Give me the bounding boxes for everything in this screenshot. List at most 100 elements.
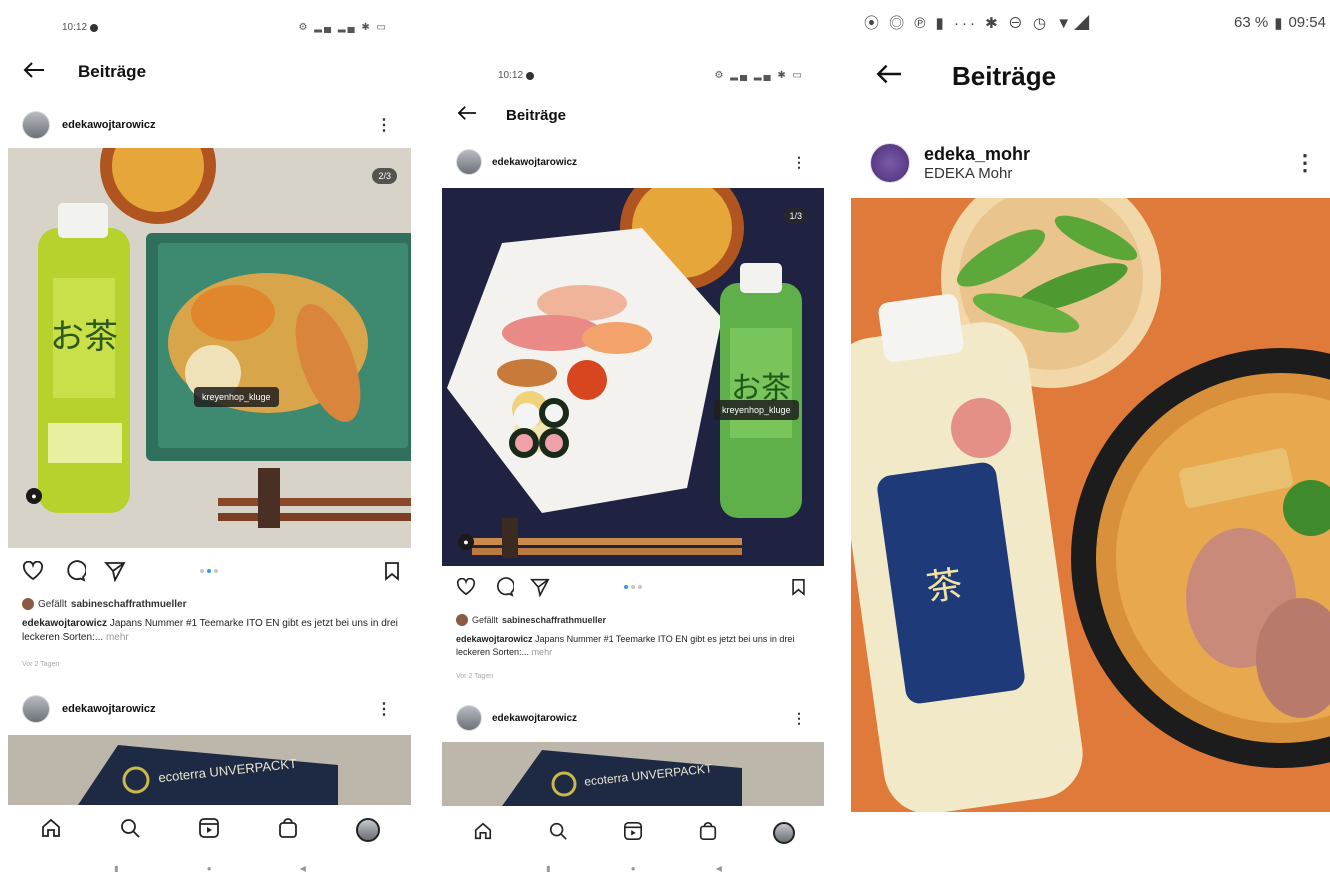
status-bar: ⦿ ◎ ℗ ▮ ··· ✱ ⊖ ◷ ▼◢ 63 % ▮ 09:54	[846, 12, 1330, 33]
post-username[interactable]: edekawojtarowicz	[492, 157, 577, 168]
product-tag[interactable]: kreyenhop_kluge	[194, 387, 279, 407]
back-arrow-icon[interactable]	[874, 62, 904, 91]
post-username[interactable]: edeka_mohr	[924, 144, 1030, 165]
likes-prefix: Gefällt	[472, 615, 499, 625]
bottom-nav	[436, 816, 832, 850]
battery-icon: ▮	[1274, 14, 1283, 32]
status-time: 10:12	[498, 70, 535, 81]
back-nav-icon[interactable]: ◀	[716, 864, 722, 873]
caption-username[interactable]: edekawojtarowicz	[456, 634, 533, 644]
svg-text:茶: 茶	[924, 564, 965, 610]
back-arrow-icon[interactable]	[456, 104, 478, 127]
caption-more-link[interactable]: mehr	[106, 632, 129, 643]
sushi-illustration: お茶	[442, 188, 824, 566]
home-icon[interactable]	[473, 821, 493, 846]
post-username[interactable]: edekawojtarowicz	[492, 713, 577, 724]
more-vertical-icon[interactable]: ⋮	[376, 699, 392, 719]
post-header-2: edekawojtarowicz ⋮	[0, 694, 420, 724]
top-bar: Beiträge	[846, 58, 1330, 94]
page-title: Beiträge	[952, 60, 1057, 91]
phone-screen-2: 10:12 ⚙ ▂▄ ▂▄ ✱ ▭ Beiträge edekawojtarow…	[436, 0, 832, 878]
avatar[interactable]	[456, 149, 482, 175]
post-image[interactable]: お茶 1/3 kreyenhop_kluge ●	[442, 188, 824, 566]
post-image-2[interactable]: ecoterra UNVERPACKT	[442, 742, 824, 806]
post-author: edeka_mohr EDEKA Mohr	[924, 144, 1030, 182]
share-icon[interactable]	[104, 560, 126, 582]
avatar[interactable]	[22, 695, 50, 723]
product-tag[interactable]: kreyenhop_kluge	[714, 400, 799, 420]
home-nav-icon[interactable]: ●	[631, 864, 636, 873]
profile-avatar[interactable]	[355, 818, 380, 842]
search-icon[interactable]	[548, 821, 568, 846]
ramen-illustration: 茶	[851, 198, 1330, 812]
page-title: Beiträge	[506, 106, 567, 124]
post-header: edeka_mohr EDEKA Mohr ⋮	[846, 140, 1330, 186]
post-header-2: edekawojtarowicz ⋮	[436, 704, 832, 732]
bookmark-icon[interactable]	[791, 578, 806, 596]
recents-nav-icon[interactable]: ▮	[546, 864, 550, 873]
more-vertical-icon[interactable]: ⋮	[1294, 150, 1316, 176]
post-fullname: EDEKA Mohr	[924, 165, 1013, 182]
heart-icon[interactable]	[456, 578, 476, 596]
avatar[interactable]	[870, 143, 910, 183]
status-bar: 10:12 ⚙ ▂▄ ▂▄ ✱ ▭	[436, 70, 832, 81]
recents-nav-icon[interactable]: ▮	[114, 864, 118, 873]
liker-username[interactable]: sabineschaffrathmueller	[502, 615, 606, 625]
top-bar: Beiträge	[0, 58, 420, 86]
svg-text:お茶: お茶	[50, 317, 118, 357]
profile-avatar[interactable]	[772, 822, 795, 844]
more-vertical-icon[interactable]: ⋮	[376, 115, 392, 135]
post-header: edekawojtarowicz ⋮	[0, 110, 420, 140]
page-title: Beiträge	[78, 62, 147, 81]
likes-prefix: Gefällt	[38, 598, 67, 610]
search-icon[interactable]	[119, 817, 141, 844]
comment-icon[interactable]	[494, 577, 514, 597]
comment-icon[interactable]	[64, 560, 86, 582]
phone-screen-1: 10:12 ⚙ ▂▄ ▂▄ ✱ ▭ Beiträge edekawojtarow…	[0, 0, 420, 878]
avatar[interactable]	[22, 111, 50, 139]
more-vertical-icon[interactable]: ⋮	[792, 154, 806, 171]
post-username[interactable]: edekawojtarowicz	[62, 703, 156, 715]
post-image-2[interactable]: ecoterra UNVERPACKT	[8, 735, 411, 805]
back-arrow-icon[interactable]	[22, 60, 46, 85]
liker-avatar	[456, 614, 468, 626]
avatar[interactable]	[456, 705, 482, 731]
post-header: edekawojtarowicz ⋮	[436, 148, 832, 176]
caption-more-link[interactable]: mehr	[532, 647, 553, 657]
carousel-dots	[624, 585, 642, 589]
top-bar: Beiträge	[436, 102, 832, 128]
likes-line: Gefällt sabineschaffrathmueller	[22, 598, 187, 610]
carousel-counter: 2/3	[372, 168, 397, 184]
post-age: Vor 2 Tagen	[456, 673, 494, 680]
shop-icon[interactable]	[277, 817, 299, 844]
heart-icon[interactable]	[22, 561, 44, 581]
battery-level: 63 %	[1233, 13, 1269, 31]
status-icons: ⚙ ▂▄ ▂▄ ✱ ▭	[298, 22, 388, 33]
reels-icon[interactable]	[623, 821, 643, 846]
bookmark-icon[interactable]	[384, 561, 400, 581]
liker-username[interactable]: sabineschaffrathmueller	[71, 599, 187, 610]
status-time: 10:12	[62, 22, 99, 33]
post-age: Vor 2 Tagen	[22, 661, 60, 668]
user-tag-icon[interactable]: ●	[458, 534, 474, 550]
caption: edekawojtarowicz Japans Nummer #1 Teemar…	[456, 633, 818, 659]
home-nav-icon[interactable]: ●	[207, 864, 212, 873]
system-nav: ▮ ● ◀	[0, 864, 420, 873]
status-time: 09:54	[1288, 13, 1326, 31]
shop-icon[interactable]	[698, 821, 718, 846]
likes-line: Gefällt sabineschaffrathmueller	[456, 614, 606, 626]
reels-icon[interactable]	[198, 817, 220, 844]
back-nav-icon[interactable]: ◀	[300, 864, 306, 873]
caption-username[interactable]: edekawojtarowicz	[22, 618, 107, 629]
more-vertical-icon[interactable]: ⋮	[792, 710, 806, 727]
post-image[interactable]: 茶	[851, 198, 1330, 812]
post-username[interactable]: edekawojtarowicz	[62, 119, 156, 131]
post-image[interactable]: お茶 2/3 kreyenhop_kluge ●	[8, 148, 411, 548]
food-illustration: お茶	[8, 148, 411, 548]
status-right: 63 % ▮ 09:54	[1234, 14, 1326, 32]
caption: edekawojtarowicz Japans Nummer #1 Teemar…	[22, 617, 402, 645]
share-icon[interactable]	[530, 577, 550, 597]
status-icons: ⦿ ◎ ℗ ▮ ··· ✱ ⊖ ◷ ▼◢	[864, 15, 1093, 32]
user-tag-icon[interactable]: ●	[26, 488, 42, 504]
home-icon[interactable]	[40, 817, 62, 844]
